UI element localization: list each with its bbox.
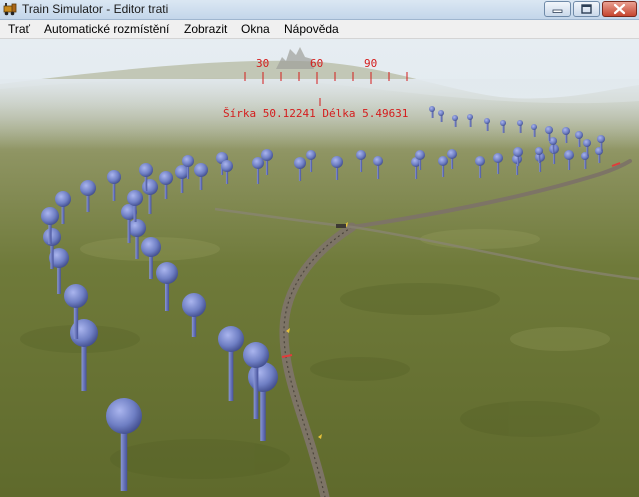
marker-ball[interactable]	[142, 179, 158, 195]
close-button[interactable]	[602, 1, 637, 17]
minimize-button[interactable]	[544, 1, 571, 17]
marker-ball[interactable]	[331, 156, 343, 168]
marker-ball[interactable]	[493, 153, 503, 163]
menu-trat[interactable]: Trať	[8, 22, 30, 36]
marker-ball[interactable]	[294, 157, 306, 169]
train-simulator-icon	[3, 3, 17, 16]
maximize-icon	[581, 4, 592, 14]
marker-ball[interactable]	[467, 114, 473, 120]
title-bar[interactable]: Train Simulator - Editor trati	[0, 0, 639, 20]
marker-ball[interactable]	[194, 163, 208, 177]
marker-ball[interactable]	[583, 139, 591, 147]
close-icon	[613, 3, 626, 15]
marker-ball[interactable]	[182, 293, 206, 317]
marker-ball[interactable]	[127, 190, 143, 206]
marker-ball[interactable]	[182, 155, 194, 167]
position-readout: Šírka 50.12241 Délka 5.49631	[223, 107, 409, 120]
marker-ball[interactable]	[55, 191, 71, 207]
marker-ball[interactable]	[438, 110, 444, 116]
menu-bar: Trať Automatické rozmístění Zobrazit Okn…	[0, 20, 639, 39]
marker-ball[interactable]	[452, 115, 458, 121]
marker-ball[interactable]	[106, 398, 142, 434]
marker-ball[interactable]	[438, 156, 448, 166]
marker-ball[interactable]	[356, 150, 366, 160]
marker-ball[interactable]	[562, 127, 570, 135]
marker-ball[interactable]	[545, 126, 553, 134]
marker-ball[interactable]	[500, 120, 506, 126]
marker-ball[interactable]	[128, 219, 146, 237]
marker-ball[interactable]	[41, 207, 59, 225]
compass-label-60: 60	[310, 57, 324, 70]
3d-viewport[interactable]: 30 60 90 Šírka 50.12241 Délka 5.49631	[0, 39, 639, 497]
menu-automaticke-rozmisteni[interactable]: Automatické rozmístění	[44, 22, 169, 36]
marker-ball[interactable]	[252, 157, 264, 169]
marker-ball[interactable]	[415, 150, 425, 160]
marker-ball[interactable]	[261, 149, 273, 161]
marker-ball[interactable]	[575, 131, 583, 139]
marker-ball[interactable]	[139, 163, 153, 177]
compass-label-90: 90	[364, 57, 378, 70]
marker-ball[interactable]	[531, 124, 537, 130]
compass-label-30: 30	[256, 57, 270, 70]
marker-ball[interactable]	[159, 171, 173, 185]
marker-ball[interactable]	[535, 147, 543, 155]
app-window: Train Simulator - Editor trati Trať Auto…	[0, 0, 639, 497]
marker-ball[interactable]	[218, 326, 244, 352]
marker-ball[interactable]	[43, 228, 61, 246]
marker-ball[interactable]	[517, 120, 523, 126]
marker-ball[interactable]	[175, 165, 189, 179]
marker-ball[interactable]	[373, 156, 383, 166]
marker-ball[interactable]	[564, 150, 574, 160]
window-title: Train Simulator - Editor trati	[22, 2, 169, 16]
marker-ball[interactable]	[221, 160, 233, 172]
menu-okna[interactable]: Okna	[241, 22, 270, 36]
marker-ball[interactable]	[484, 118, 490, 124]
marker-ball[interactable]	[64, 284, 88, 308]
marker-ball[interactable]	[447, 149, 457, 159]
marker-ball[interactable]	[306, 150, 316, 160]
minimize-icon	[552, 9, 563, 13]
maximize-button[interactable]	[573, 1, 600, 17]
menu-zobrazit[interactable]: Zobrazit	[184, 22, 227, 36]
marker-ball[interactable]	[107, 170, 121, 184]
marker-ball[interactable]	[141, 237, 161, 257]
marker-ball[interactable]	[597, 135, 605, 143]
menu-napoveda[interactable]: Nápověda	[284, 22, 339, 36]
marker-ball[interactable]	[513, 147, 523, 157]
marker-ball[interactable]	[243, 342, 269, 368]
marker-ball[interactable]	[80, 180, 96, 196]
marker-ball[interactable]	[475, 156, 485, 166]
marker-ball[interactable]	[156, 262, 178, 284]
